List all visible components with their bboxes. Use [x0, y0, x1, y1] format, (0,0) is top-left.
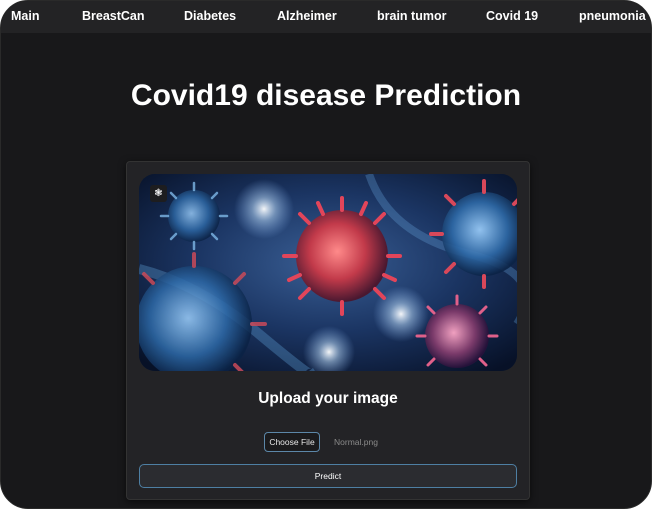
virus-illustration-graphic [139, 174, 517, 371]
brain-icon: ❃ [150, 185, 167, 202]
nav-item-diabetes[interactable]: Diabetes [184, 9, 236, 23]
nav-item-covid19[interactable]: Covid 19 [486, 9, 538, 23]
app-window: Main BreastCan Diabetes Alzheimer brain … [0, 0, 652, 509]
nav-item-alzheimer[interactable]: Alzheimer [277, 9, 337, 23]
virus-illustration-image: ❃ [139, 174, 517, 371]
nav-item-brain-tumor[interactable]: brain tumor [377, 9, 446, 23]
nav-item-breastcan[interactable]: BreastCan [82, 9, 145, 23]
selected-file-name: Normal.png [334, 437, 378, 447]
predict-button[interactable]: Predict [139, 464, 517, 488]
nav-item-pneumonia[interactable]: pneumonia [579, 9, 646, 23]
choose-file-button[interactable]: Choose File [264, 432, 320, 452]
nav-item-main[interactable]: Main [11, 9, 39, 23]
page-title: Covid19 disease Prediction [130, 79, 522, 112]
top-nav: Main BreastCan Diabetes Alzheimer brain … [1, 1, 651, 33]
upload-title: Upload your image [258, 390, 398, 407]
prediction-card: ❃ Upload your image Choose File Normal.p… [126, 161, 530, 500]
